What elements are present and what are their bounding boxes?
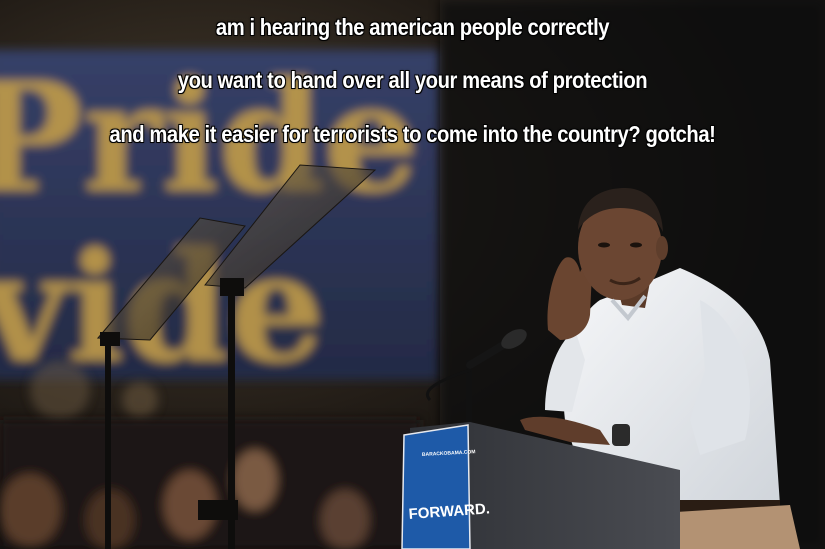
caption-line-2: you want to hand over all your means of …: [177, 67, 648, 93]
caption-line-1: am i hearing the american people correct…: [215, 14, 610, 40]
caption-line-3: and make it easier for terrorists to com…: [109, 121, 716, 147]
crowd: [0, 420, 420, 549]
